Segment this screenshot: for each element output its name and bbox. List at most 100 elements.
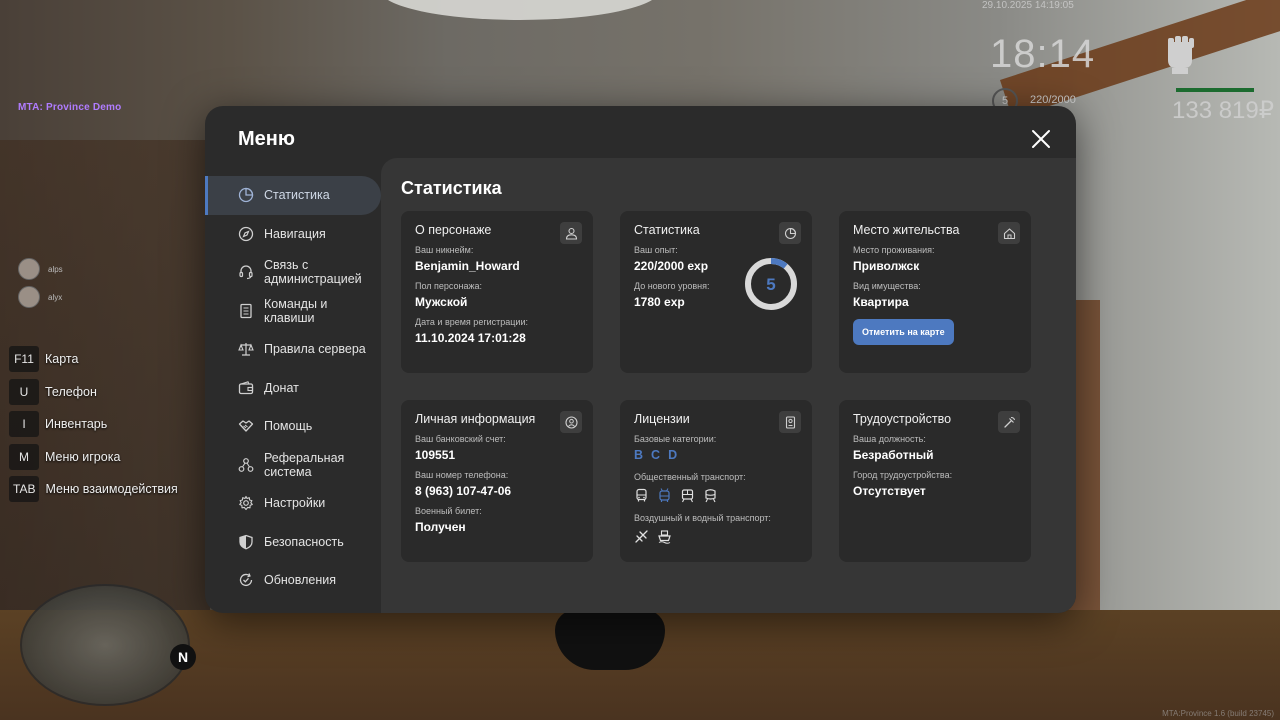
hotkey-key: U [9,378,39,405]
card-title: О персонаже [415,223,492,237]
content-panel: Статистика О персонаже Ваш никнейм: Benj… [381,158,1076,613]
card-title: Трудоустройство [853,412,952,426]
sidebar-item-rules[interactable]: Правила сервера [205,330,381,369]
airplane-icon [635,530,648,543]
card-icon-box [779,222,801,244]
hotkey-key: TAB [9,476,40,502]
sidebar-item-label: Правила сервера [264,342,366,357]
avatar [18,286,40,308]
build-watermark: MTA:Province 1.6 (build 23745) [1162,709,1274,718]
sidebar-item-label: Донат [264,380,299,395]
pie-chart-icon [238,188,254,203]
sidebar-item-navigation[interactable]: Навигация [205,215,381,254]
hotkey-list: F11 Карта U Телефон I Инвентарь M Меню и… [9,345,178,508]
field-label: Вид имущества: [853,281,921,291]
card-icon-box [560,222,582,244]
hotkey-phone: U Телефон [9,378,178,406]
sidebar-item-admin-contact[interactable]: Связь с администрацией [205,253,381,292]
hotkey-label: Инвентарь [45,417,108,431]
close-icon[interactable] [1030,128,1052,150]
hotkey-key: M [9,443,39,470]
field-label: Ваш опыт: [634,245,678,255]
level-progress-ring: 5 [745,258,797,310]
license-categories: B C D [634,448,798,462]
hud-money: 133 819₽ [1172,97,1275,124]
hammer-icon [1003,416,1015,428]
card-icon-box [998,222,1020,244]
sidebar-item-help[interactable]: Помощь [205,407,381,446]
gender-value: Мужской [415,295,468,309]
sidebar-item-label: Реферальная система [264,450,345,479]
hotkey-label: Карта [45,352,79,366]
card-licenses: Лицензии Базовые категории: B C D Общест… [620,400,812,562]
compass-north: N [170,644,196,670]
sidebar-item-label: Помощь [264,419,313,434]
handshake-icon [238,420,254,432]
sidebar-item-referral[interactable]: Реферальная система [205,446,381,485]
license-category: D [668,448,678,462]
field-label: Дата и время регистрации: [415,317,528,327]
shield-icon [239,534,253,550]
network-icon [238,457,254,472]
nickname-value: Benjamin_Howard [415,259,520,273]
card-residence: Место жительства Место проживания: Приво… [839,211,1031,373]
field-label: Воздушный и водный транспорт: [634,513,771,523]
field-label: Ваш банковский счет: [415,434,506,444]
sidebar-item-commands[interactable]: Команды и клавиши [205,292,381,331]
refresh-check-icon [239,573,253,587]
hud-exp: 220/2000 [1030,94,1076,106]
sidebar-item-label: Обновления [264,573,336,588]
field-label: Ваш никнейм: [415,245,474,255]
license-card-icon [785,415,795,429]
sidebar-item-settings[interactable]: Настройки [205,484,381,523]
sidebar-item-label: Статистика [264,188,330,203]
hotkey-label: Меню игрока [45,449,121,464]
military-id-value: Получен [415,520,466,534]
sidebar-item-security[interactable]: Безопасность [205,523,381,562]
wallet-icon [238,380,254,394]
level-number: 5 [766,275,775,294]
field-label: Общественный транспорт: [634,472,746,482]
card-employment: Трудоустройство Ваша должность: Безработ… [839,400,1031,562]
menu-sidebar: Статистика Навигация Связь с администрац… [205,176,381,600]
public-transport-icons [634,488,798,503]
mark-on-map-button[interactable]: Отметить на карте [853,319,954,345]
property-value: Квартира [853,295,909,309]
sidebar-item-statistics[interactable]: Статистика [205,176,381,215]
field-label: Ваш номер телефона: [415,470,509,480]
ship-icon [658,530,671,544]
field-label: Город трудоустройства: [853,470,953,480]
sidebar-item-updates[interactable]: Обновления [205,561,381,600]
job-position-value: Безработный [853,448,934,462]
minimap [20,584,190,706]
player-character [555,610,665,670]
hotkey-key: F11 [9,346,39,372]
hotkey-inventory: I Инвентарь [9,410,178,438]
home-icon [1003,227,1015,239]
phone-value: 8 (963) 107-47-06 [415,484,512,498]
fist-icon [1168,36,1194,74]
pie-chart-icon [784,227,796,239]
gear-icon [239,496,253,511]
field-label: Базовые категории: [634,434,717,444]
hotkey-map: F11 Карта [9,345,178,373]
sidebar-item-label: Настройки [264,496,326,511]
avatar [18,258,40,280]
field-label: Место проживания: [853,245,935,255]
sidebar-item-donate[interactable]: Донат [205,369,381,408]
job-city-value: Отсутствует [853,484,926,498]
user-circle-icon [564,415,578,429]
content-title: Статистика [401,178,502,198]
air-water-transport-icons [634,529,798,544]
hud-datetime: 29.10.2025 14:19:05 [982,0,1074,11]
sidebar-item-label: Навигация [264,226,326,241]
card-icon-box [998,411,1020,433]
server-title: MTA: Province Demo [18,102,122,113]
tram-icon [681,489,694,503]
menu-window: Меню Статистика Навигация Связь с админи… [205,106,1076,613]
card-stats: Статистика Ваш опыт: 220/2000 exp До нов… [620,211,812,373]
hotkey-label: Телефон [45,384,97,399]
headset-icon [239,265,253,280]
bus-icon [636,488,647,502]
card-title: Лицензии [634,412,690,426]
